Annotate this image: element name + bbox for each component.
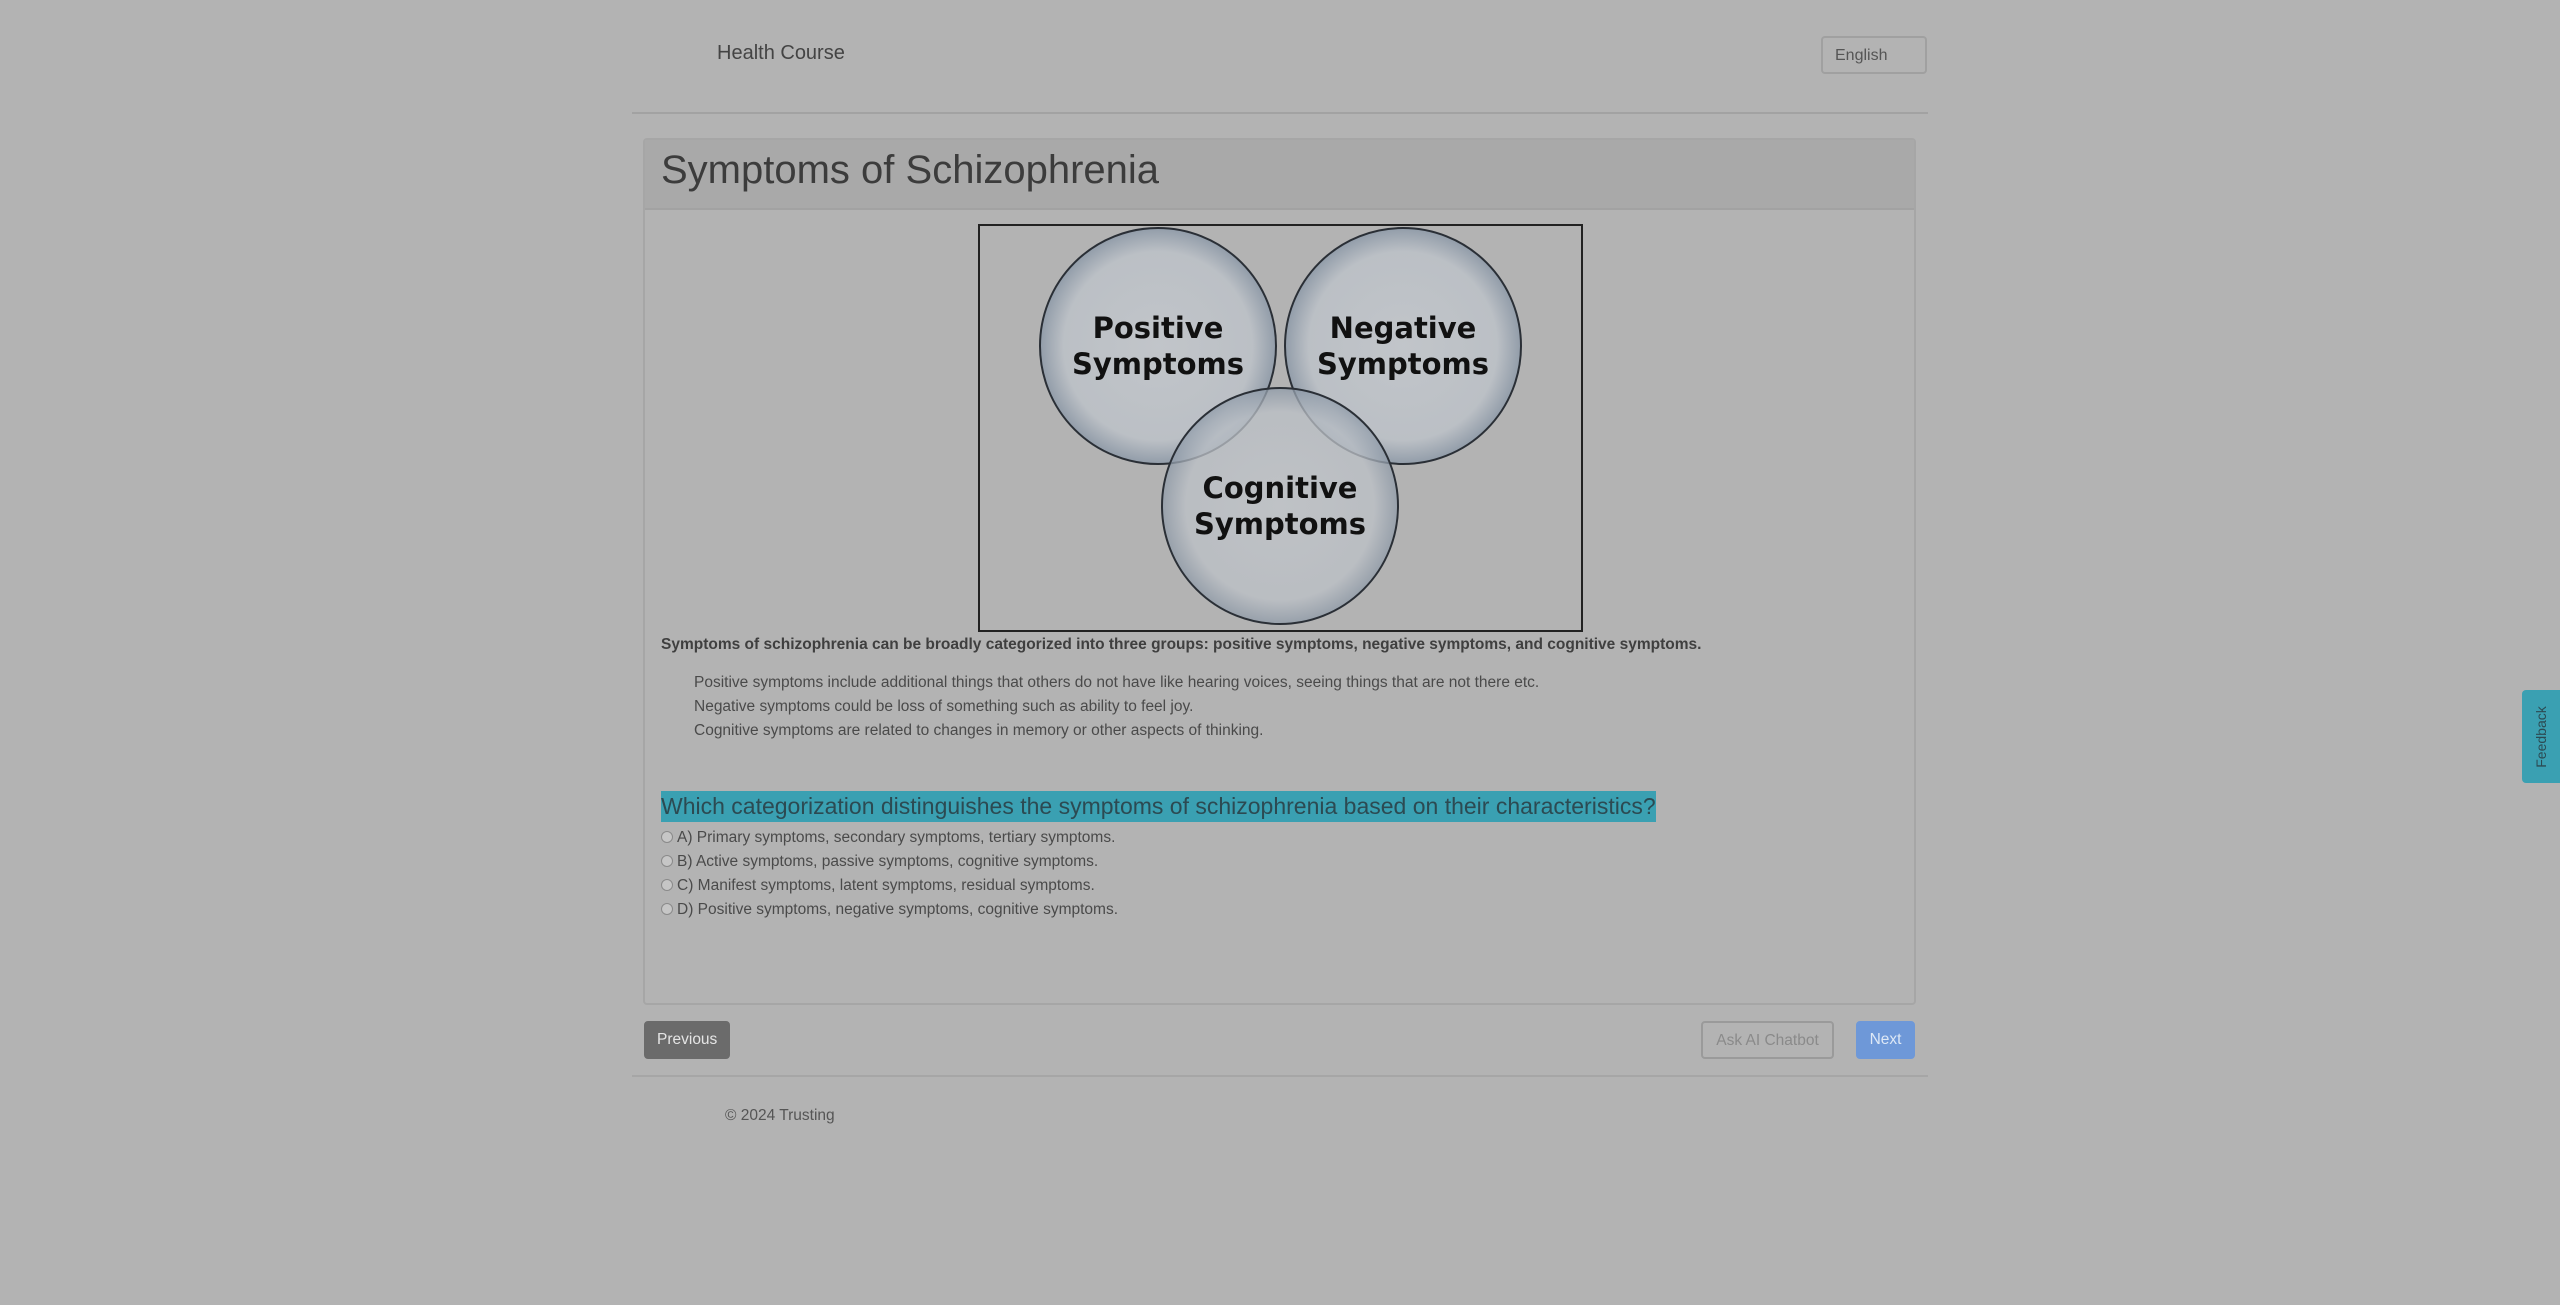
quiz-option-c[interactable]: C) Manifest symptoms, latent symptoms, r… bbox=[661, 877, 1095, 895]
previous-button[interactable]: Previous bbox=[644, 1021, 730, 1059]
cognitive-label-line1: Cognitive bbox=[1203, 471, 1358, 505]
feedback-label: Feedback bbox=[2533, 705, 2549, 768]
radio-button[interactable] bbox=[661, 855, 673, 867]
quiz-option-a[interactable]: A) Primary symptoms, secondary symptoms,… bbox=[661, 829, 1115, 847]
lesson-card-header: Symptoms of Schizophrenia bbox=[645, 140, 1914, 210]
quiz-option-b[interactable]: B) Active symptoms, passive symptoms, co… bbox=[661, 853, 1098, 871]
symptoms-venn-diagram: Positive Symptoms Negative Symptoms Cogn… bbox=[978, 224, 1583, 632]
positive-label-line2: Symptoms bbox=[1072, 347, 1244, 381]
option-label: D) Positive symptoms, negative symptoms,… bbox=[677, 901, 1119, 918]
ask-ai-chatbot-button[interactable]: Ask AI Chatbot bbox=[1701, 1021, 1834, 1059]
footer-copyright: © 2024 Trusting bbox=[725, 1107, 835, 1124]
cognitive-label-line2: Symptoms bbox=[1194, 507, 1366, 541]
option-label: B) Active symptoms, passive symptoms, co… bbox=[677, 853, 1099, 870]
page-title: Symptoms of Schizophrenia bbox=[661, 148, 1160, 192]
lesson-summary: Symptoms of schizophrenia can be broadly… bbox=[661, 636, 1702, 653]
option-label: C) Manifest symptoms, latent symptoms, r… bbox=[677, 877, 1095, 894]
page: Health Course English Symptoms of Schizo… bbox=[0, 0, 2560, 1305]
detail-negative: Negative symptoms could be loss of somet… bbox=[694, 698, 1194, 715]
negative-label-line2: Symptoms bbox=[1317, 347, 1489, 381]
language-select[interactable]: English bbox=[1821, 36, 1927, 74]
radio-button[interactable] bbox=[661, 903, 673, 915]
detail-positive: Positive symptoms include additional thi… bbox=[694, 674, 1540, 691]
next-button[interactable]: Next bbox=[1856, 1021, 1915, 1059]
negative-label-line1: Negative bbox=[1330, 311, 1477, 345]
quiz-question: Which categorization distinguishes the s… bbox=[661, 791, 1656, 822]
brand-link[interactable]: Health Course bbox=[717, 42, 845, 65]
detail-cognitive: Cognitive symptoms are related to change… bbox=[694, 722, 1264, 739]
positive-label-line1: Positive bbox=[1093, 311, 1224, 345]
top-navbar: Health Course English bbox=[632, 0, 1928, 114]
radio-button[interactable] bbox=[661, 879, 673, 891]
footer-divider bbox=[632, 1075, 1928, 1077]
lesson-card: Symptoms of Schizophrenia Positive Sympt… bbox=[643, 138, 1916, 1005]
option-label: A) Primary symptoms, secondary symptoms,… bbox=[677, 829, 1116, 846]
feedback-tab[interactable]: Feedback bbox=[2522, 690, 2560, 783]
quiz-option-d[interactable]: D) Positive symptoms, negative symptoms,… bbox=[661, 901, 1118, 919]
venn-svg: Positive Symptoms Negative Symptoms Cogn… bbox=[980, 226, 1581, 630]
cognitive-circle bbox=[1161, 387, 1399, 625]
radio-button[interactable] bbox=[661, 831, 673, 843]
